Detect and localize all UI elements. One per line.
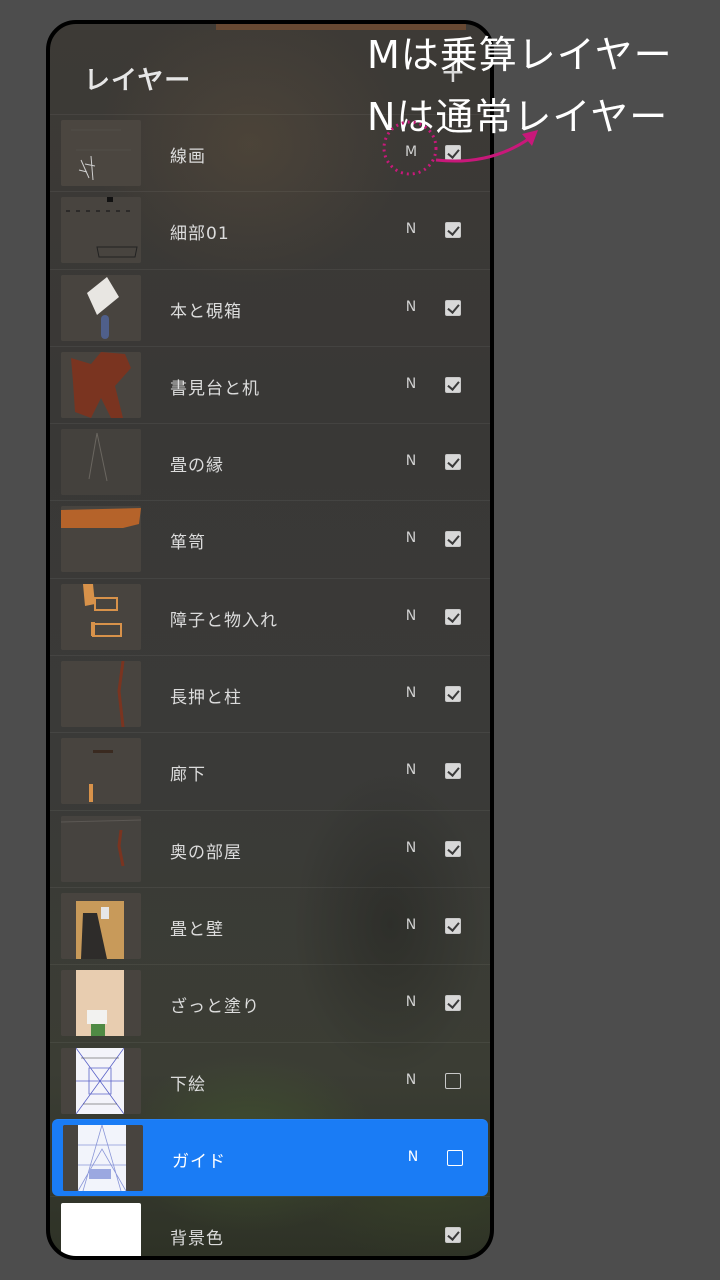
layer-name: 細部01 [170,224,230,245]
visibility-checkbox[interactable] [445,995,461,1012]
visibility-checkbox[interactable] [445,1072,461,1089]
layer-thumbnail [61,274,141,341]
layer-name: 本と硯箱 [170,301,242,322]
layer-name: 畳の縁 [170,456,224,477]
layer-name: 箪笥 [170,533,206,554]
layer-row-background[interactable]: 背景色 [50,1196,490,1256]
visibility-checkbox[interactable] [445,531,461,548]
visibility-checkbox[interactable] [445,686,461,703]
layer-name: 長押と柱 [170,688,242,709]
visibility-checkbox[interactable] [445,376,461,393]
layer-thumbnail [61,892,141,959]
layer-thumbnail [63,1124,143,1191]
blend-mode-button[interactable]: N [400,1072,422,1088]
annotation-multiply: Mは乗算レイヤー [367,33,673,77]
layer-row-rough-paint[interactable]: ざっと塗り N [50,964,490,1041]
blend-mode-button[interactable]: N [400,376,422,392]
layers-panel: レイヤー + 線画 M 細部01 N 本と硯箱 N 書見台と机 N 畳の縁 N … [46,20,494,1260]
blend-mode-button[interactable]: N [400,453,422,469]
layer-thumbnail [61,583,141,650]
visibility-checkbox[interactable] [445,763,461,780]
blend-mode-button[interactable]: N [400,299,422,315]
layer-row-tatami-wall[interactable]: 畳と壁 N [50,886,490,964]
layer-row-sketch[interactable]: 下絵 N [50,1041,490,1119]
blend-mode-button[interactable]: N [402,1149,424,1165]
visibility-checkbox[interactable] [445,840,461,857]
layer-list: 線画 M 細部01 N 本と硯箱 N 書見台と机 N 畳の縁 N 箪笥 N 障子… [50,114,490,1256]
layer-thumbnail [61,661,141,728]
panel-title: レイヤー [84,66,192,96]
layer-name: 奥の部屋 [170,842,242,863]
layer-thumbnail [61,429,141,496]
layer-row-guide[interactable]: ガイド N [52,1118,488,1197]
blend-mode-button[interactable]: N [400,685,422,701]
visibility-checkbox[interactable] [445,299,461,316]
visibility-checkbox[interactable] [445,454,461,471]
annotation-normal: Nは通常レイヤー [367,95,669,139]
layer-row-details[interactable]: 細部01 N [50,191,490,268]
layer-thumbnail [61,970,141,1037]
layer-name: 書見台と机 [170,378,260,399]
visibility-checkbox[interactable] [445,222,461,239]
layer-thumbnail [61,197,141,264]
layer-name: 線画 [170,147,206,167]
layer-name: 廊下 [170,765,206,786]
layer-name: 障子と物入れ [170,610,278,631]
visibility-checkbox[interactable] [445,1227,461,1244]
blend-mode-button[interactable]: N [400,840,422,856]
layer-thumbnail [61,351,141,418]
layer-row-tatami-edge[interactable]: 畳の縁 N [50,423,490,500]
blend-mode-button[interactable]: N [400,221,422,237]
layer-thumbnail [61,738,141,805]
layer-name: 畳と壁 [170,919,224,940]
blend-mode-button[interactable]: N [400,917,422,933]
layer-row-back-room[interactable]: 奥の部屋 N [50,809,490,887]
visibility-checkbox[interactable] [445,608,461,625]
layer-thumbnail [61,815,141,882]
layer-row-pillar[interactable]: 長押と柱 N [50,655,490,732]
layer-name: ざっと塗り [170,997,260,1018]
visibility-checkbox[interactable] [445,917,461,934]
layer-row-shoji[interactable]: 障子と物入れ N [50,577,490,655]
layer-row-desk[interactable]: 書見台と机 N [50,345,490,423]
blend-mode-button[interactable]: N [400,994,422,1010]
visibility-checkbox[interactable] [445,145,461,161]
layer-thumbnail [61,506,141,573]
layer-name: 下絵 [170,1074,206,1095]
visibility-checkbox[interactable] [447,1149,463,1166]
layer-name: 背景色 [170,1229,224,1250]
blend-mode-button[interactable]: N [400,608,422,624]
layer-name: ガイド [172,1151,226,1172]
blend-mode-button[interactable]: N [400,762,422,778]
layer-row-chest[interactable]: 箪笥 N [50,500,490,577]
blend-mode-button[interactable]: M [400,144,422,160]
blend-mode-button[interactable]: N [400,530,422,546]
layer-thumbnail [61,1047,141,1114]
layer-thumbnail [61,1203,141,1256]
layer-thumbnail [61,120,141,186]
layer-row-corridor[interactable]: 廊下 N [50,732,490,809]
layer-row-book-box[interactable]: 本と硯箱 N [50,268,490,346]
